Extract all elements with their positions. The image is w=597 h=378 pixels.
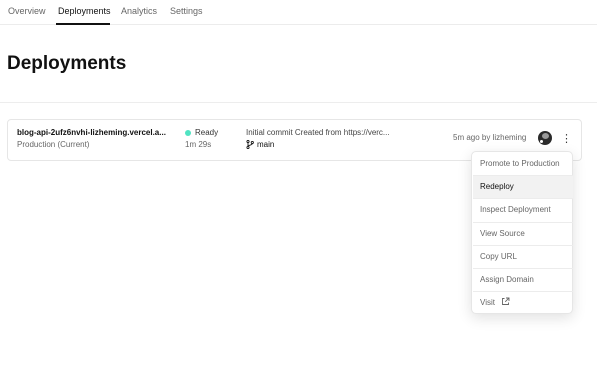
tab-overview[interactable]: Overview <box>8 6 46 16</box>
git-branch-icon <box>246 140 254 149</box>
avatar[interactable] <box>538 131 552 145</box>
page-title: Deployments <box>7 53 127 74</box>
branch-name[interactable]: main <box>257 140 274 149</box>
tab-settings[interactable]: Settings <box>170 6 203 16</box>
context-menu: Promote to Production Redeploy Inspect D… <box>471 151 573 314</box>
header-divider <box>0 102 597 103</box>
avatar-face <box>542 133 549 139</box>
menu-item-promote-to-production[interactable]: Promote to Production <box>473 153 573 175</box>
menu-item-visit-label: Visit <box>480 298 495 307</box>
deployment-status: Ready <box>195 128 219 137</box>
external-link-icon <box>502 297 510 305</box>
more-vertical-icon: ⋮ <box>561 133 572 145</box>
menu-item-assign-domain[interactable]: Assign Domain <box>473 269 573 291</box>
tab-analytics[interactable]: Analytics <box>121 6 157 16</box>
deployment-url[interactable]: blog-api-2ufz6nvhi-lizheming.vercel.a... <box>17 128 166 137</box>
deployment-duration: 1m 29s <box>185 140 212 149</box>
deployment-environment: Production (Current) <box>17 140 90 149</box>
menu-item-visit[interactable]: Visit <box>473 292 573 314</box>
menu-item-redeploy[interactable]: Redeploy <box>473 176 573 198</box>
deployment-meta: 5m ago by lizheming <box>453 133 527 142</box>
menu-item-copy-url[interactable]: Copy URL <box>473 246 573 268</box>
tab-deployments[interactable]: Deployments <box>58 6 111 16</box>
commit-message[interactable]: Initial commit Created from https://verc… <box>246 128 390 137</box>
active-tab-indicator <box>56 23 110 25</box>
menu-item-view-source[interactable]: View Source <box>473 223 573 245</box>
avatar-badge <box>539 139 544 144</box>
more-options-button[interactable]: ⋮ <box>561 132 572 146</box>
menu-item-inspect-deployment[interactable]: Inspect Deployment <box>473 199 573 221</box>
tab-bar: Overview Deployments Analytics Settings <box>0 0 597 25</box>
status-dot-icon <box>185 130 191 136</box>
